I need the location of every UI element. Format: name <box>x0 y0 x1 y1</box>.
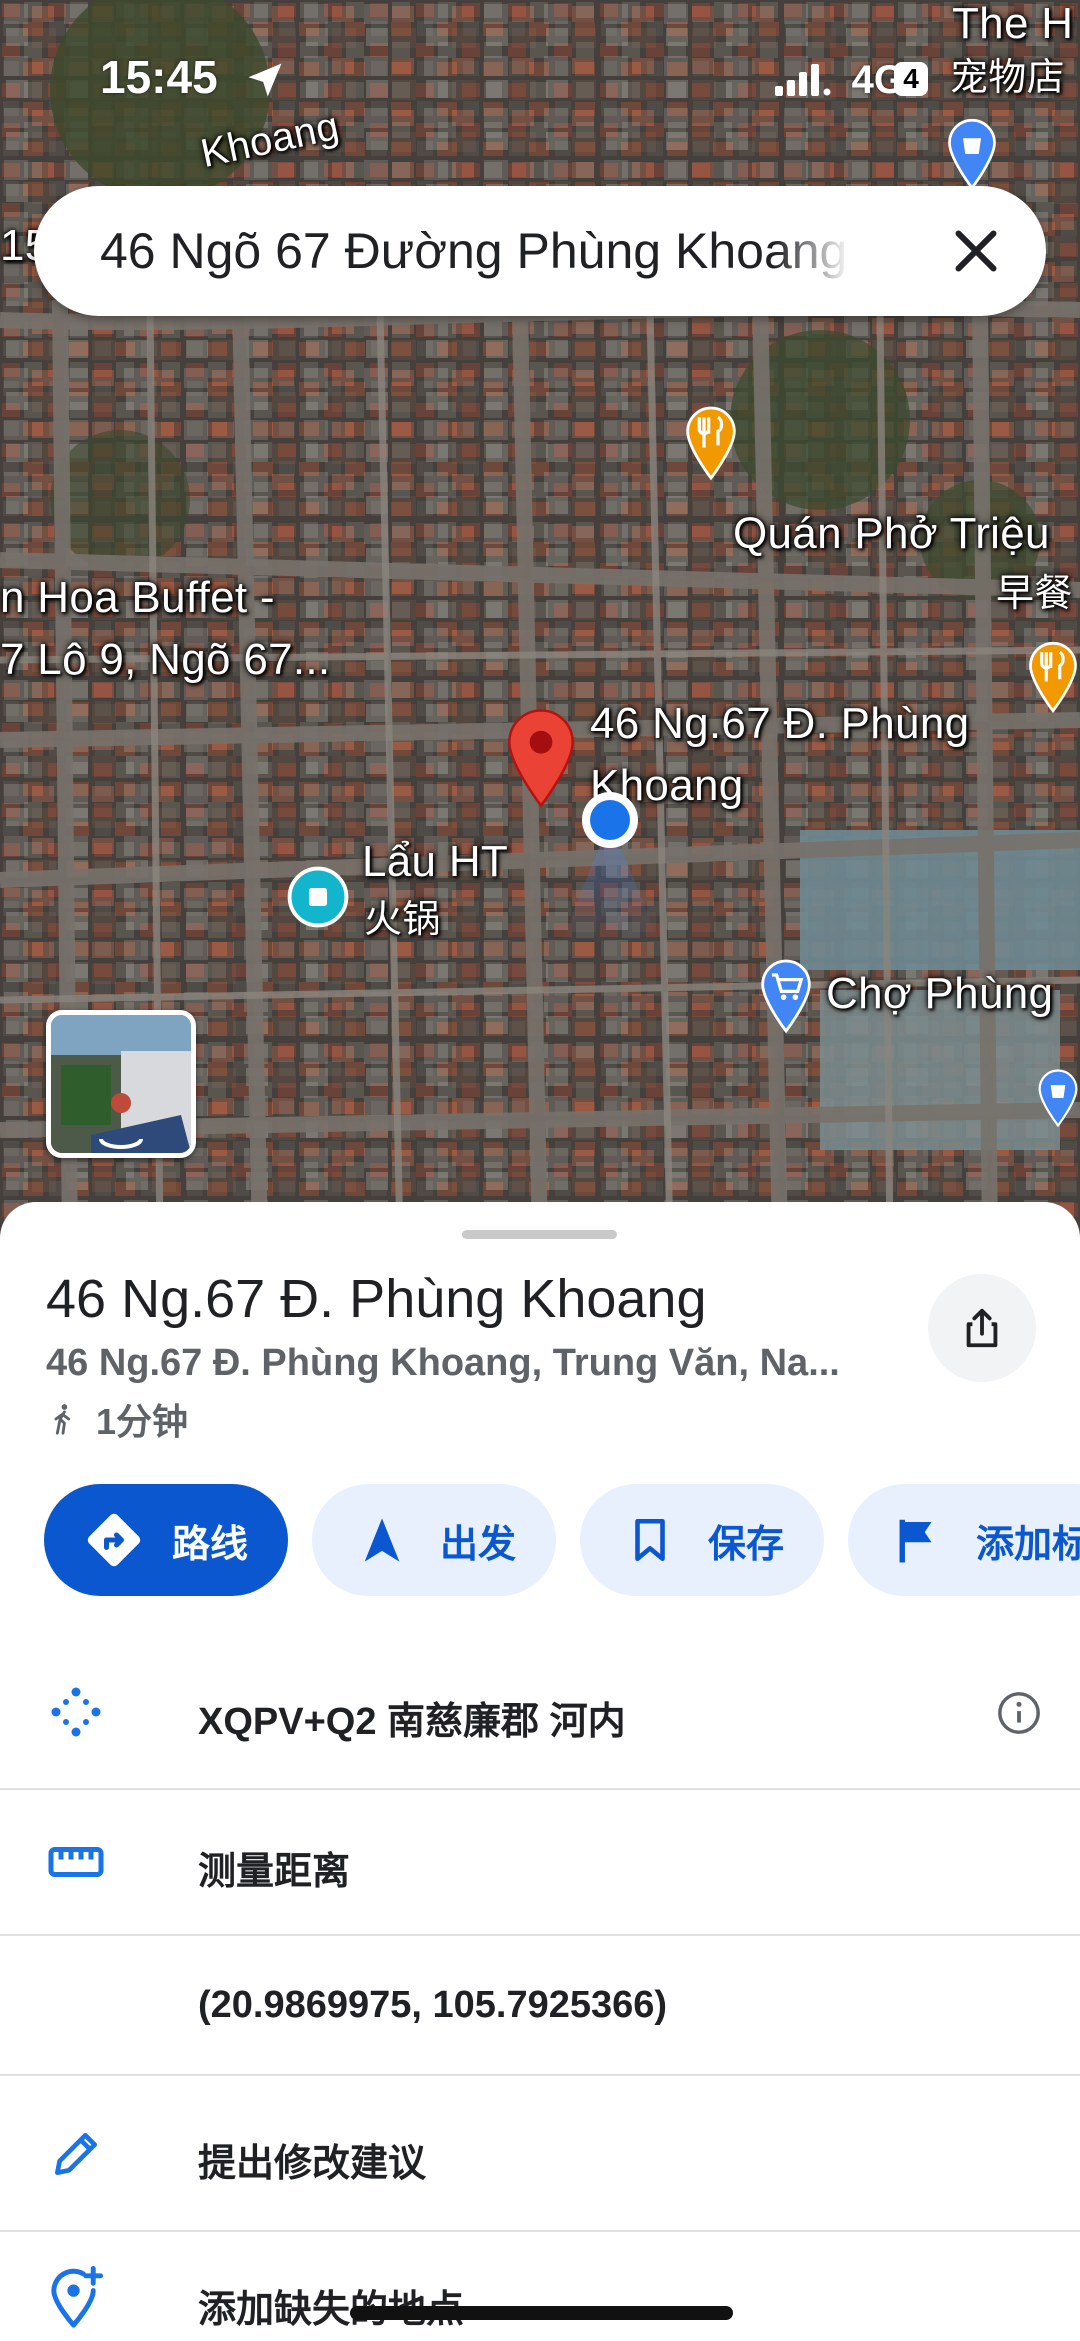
directions-icon <box>84 1510 144 1570</box>
start-label: 出发 <box>440 1523 517 1566</box>
map-label-market: Chợ Phùng <box>826 969 1054 1018</box>
map-view[interactable]: 15:45 4G 4 Khoang 15 The H 宠物店 46 Ngõ 67… <box>0 0 1080 1240</box>
navigation-arrow-icon <box>352 1510 412 1570</box>
suggest-edit-row[interactable]: 提出修改建议 <box>0 2076 1080 2232</box>
home-indicator[interactable] <box>350 2306 733 2320</box>
street-view-image <box>51 1015 191 1153</box>
plus-code-text: XQPV+Q2 南慈廉郡 河内 <box>198 1701 626 1743</box>
restaurant-pin-icon[interactable] <box>1026 640 1080 714</box>
ruler-icon <box>46 1832 106 1892</box>
map-label-buffet: n Hoa Buffet - <box>0 573 275 622</box>
map-label-restaurant: Quán Phở Triệu <box>733 509 1050 558</box>
start-navigation-button[interactable]: 出发 <box>312 1484 557 1596</box>
add-label-button[interactable]: 添加标 <box>848 1484 1080 1596</box>
battery-icon: 4 <box>894 62 928 96</box>
add-missing-place-row[interactable]: 添加缺失的地点 <box>0 2232 1080 2341</box>
shopping-pin-icon[interactable] <box>1036 1060 1080 1136</box>
info-icon[interactable] <box>996 1690 1042 1736</box>
share-icon <box>966 1308 998 1348</box>
pencil-icon <box>46 2124 106 2184</box>
measure-distance-row[interactable]: 测量距离 <box>0 1790 1080 1936</box>
place-title: 46 Ng.67 Đ. Phùng Khoang <box>46 1269 707 1329</box>
save-button[interactable]: 保存 <box>580 1484 825 1596</box>
my-location-icon[interactable] <box>530 770 690 950</box>
walking-time: 1分钟 <box>46 1394 188 1444</box>
suggest-edit-text: 提出修改建议 <box>198 2143 427 2185</box>
search-input[interactable]: 46 Ngõ 67 Đường Phùng Khoang <box>100 186 850 316</box>
map-label-hotpot-sub: 火锅 <box>364 899 441 941</box>
coordinates-row[interactable]: (20.9869975, 105.7925366) <box>0 1936 1080 2076</box>
save-label: 保存 <box>708 1523 785 1566</box>
coordinates-text: (20.9869975, 105.7925366) <box>198 1984 668 2026</box>
status-time: 15:45 <box>100 51 218 103</box>
walking-time-text: 1分钟 <box>96 1401 189 1442</box>
add-label-text: 添加标 <box>976 1523 1080 1566</box>
bookmark-icon <box>620 1510 680 1570</box>
share-button[interactable] <box>928 1274 1036 1382</box>
directions-button[interactable]: 路线 <box>44 1484 289 1596</box>
measure-distance-text: 测量距离 <box>198 1851 351 1893</box>
plus-code-icon <box>46 1682 106 1742</box>
drag-handle[interactable] <box>462 1230 617 1239</box>
shopping-pin-icon[interactable] <box>945 118 999 190</box>
map-label-poi: The H <box>952 0 1074 48</box>
flag-icon <box>888 1510 948 1570</box>
street-view-thumbnail[interactable] <box>46 1010 196 1158</box>
restaurant-pin-icon[interactable] <box>683 405 739 481</box>
location-arrow-icon <box>248 63 282 97</box>
search-bar[interactable]: 46 Ngõ 67 Đường Phùng Khoang <box>34 186 1046 316</box>
map-label-selected: 46 Ng.67 Đ. Phùng <box>590 699 970 748</box>
hotpot-pin-icon[interactable] <box>287 866 349 928</box>
signal-icon <box>775 64 831 96</box>
map-label-pet-store: 宠物店 <box>950 57 1065 99</box>
walking-icon <box>54 1404 71 1435</box>
place-details-sheet[interactable]: 46 Ng.67 Đ. Phùng Khoang 46 Ng.67 Đ. Phù… <box>0 1202 1080 2341</box>
place-address: 46 Ng.67 Đ. Phùng Khoang, Trung Văn, Na.… <box>46 1342 840 1384</box>
map-label-buffet-address: 7 Lô 9, Ngõ 67... <box>0 635 331 684</box>
directions-label: 路线 <box>172 1523 249 1566</box>
map-label-hotpot: Lẩu HT <box>362 837 509 886</box>
action-chips: 路线 出发 保存 添加标 <box>44 1484 1080 1596</box>
close-icon[interactable] <box>946 221 1006 281</box>
add-place-icon <box>46 2266 106 2328</box>
plus-code-row[interactable]: XQPV+Q2 南慈廉郡 河内 <box>0 1634 1080 1790</box>
map-label-restaurant-sub: 早餐 <box>996 573 1073 615</box>
market-pin-icon[interactable] <box>758 958 814 1034</box>
